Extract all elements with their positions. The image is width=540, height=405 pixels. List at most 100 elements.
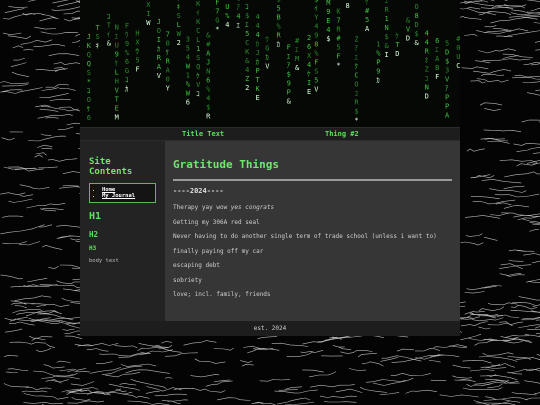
matrix-glyph: * [215,26,219,34]
matrix-glyph: S [196,54,200,62]
list-item: sobriety [173,277,452,285]
matrix-glyph: Q [196,63,200,71]
matrix-glyph: ｺ [425,74,429,82]
matrix-glyph: F [135,66,139,74]
matrix-glyph: 4 [256,22,260,30]
matrix-glyph: 8 [314,41,318,49]
matrix-glyph: D [425,92,429,100]
main-content: Gratitude Things ----2024---- Therapy ya… [165,141,460,321]
matrix-glyph: 4 [425,29,429,37]
matrix-glyph: 4 [206,95,210,103]
matrix-glyph: 0 [166,75,170,83]
sidebar-nav-box: Home My Journal [89,183,156,203]
matrix-glyph: C [354,71,358,79]
matrix-glyph: E [307,88,311,96]
matrix-glyph: $ [314,0,318,4]
matrix-glyph: ｺ [87,87,91,95]
matrix-glyph: P [256,67,260,75]
matrix-glyph: ｹ [115,60,119,68]
matrix-glyph: D [406,35,410,43]
matrix-glyph: ｶ [256,40,260,48]
matrix-glyph: ｲ [314,5,318,13]
matrix-glyph: ｴ [295,46,299,54]
entry-text: finally paying off my car [173,247,264,255]
page-title: Gratitude Things [173,158,279,171]
matrix-glyph: ｸ [354,62,358,70]
matrix-glyph: $ [177,0,181,2]
matrix-glyph: 4 [256,13,260,21]
matrix-glyph: ｱ [236,3,240,11]
year-heading: ----2024---- [173,187,224,195]
matrix-glyph: ｴ [245,21,249,29]
matrix-glyph: N [206,68,210,76]
sidebar-title: Site Contents [89,157,133,177]
matrix-glyph: M [326,0,330,7]
matrix-glyph: ｹ [196,72,200,80]
matrix-glyph: 3 [445,67,449,75]
matrix-glyph: ｵ [425,56,429,64]
sample-h2: H2 [89,230,99,239]
matrix-glyph: 4 [314,23,318,31]
matrix-glyph: $ [445,58,449,66]
matrix-glyph: ｺ [125,76,128,84]
matrix-glyph: 9 [314,32,318,40]
matrix-glyph: O [415,3,419,11]
matrix-glyph: 5 [336,43,340,51]
matrix-glyph: P [376,58,380,66]
matrix-glyph: F [336,52,340,60]
matrix-glyph: J [87,33,91,41]
matrix-glyph: ｱ [445,85,449,93]
sidebar: Site Contents Home My Journal H1 H2 H3 b… [80,141,165,321]
matrix-glyph: 0 [456,44,460,52]
matrix-glyph: I [385,51,389,59]
title-divider [173,179,452,181]
matrix-glyph: 6 [125,58,129,66]
matrix-glyph: Z [245,75,249,83]
matrix-glyph: H [135,30,139,38]
matrix-glyph: N [115,24,119,32]
matrix-glyph: C [196,27,200,35]
sidebar-link-my-journal[interactable]: My Journal [102,193,135,199]
matrix-glyph: Z [354,35,358,43]
matrix-glyph: 9 [287,79,291,87]
matrix-glyph: ｴ [287,52,291,60]
matrix-glyph: $ [245,12,249,20]
sidebar-item-journal: My Journal [102,193,151,199]
matrix-glyph: 7 [166,30,170,38]
matrix-glyph: L [177,21,181,29]
matrix-glyph: 5 [314,77,318,85]
matrix-glyph: ｴ [354,53,358,61]
matrix-glyph: 5 [135,57,139,65]
top-nav-bar: Title Text Thing #2 [80,127,460,141]
matrix-glyph: 5 [186,45,190,53]
matrix-glyph: $ [415,30,419,38]
matrix-glyph: O [354,80,358,88]
nav-link-title-text[interactable]: Title Text [182,129,224,140]
matrix-glyph: 4 [236,12,240,20]
matrix-glyph: G [236,0,240,2]
list-item: finally paying off my car [173,248,452,256]
nav-link-thing-2[interactable]: Thing #2 [325,129,359,140]
matrix-glyph: ｹ [365,0,369,6]
matrix-glyph: ｹ [395,32,399,40]
entry-text: love; incl. family, friends [173,291,271,298]
matrix-glyph: S [87,69,91,77]
matrix-glyph: ｳ [135,48,139,56]
matrix-glyph: J [256,49,260,57]
entry-text: Never having to do another single term o… [173,233,437,240]
matrix-glyph: * [336,61,340,69]
matrix-glyph: F [125,22,129,30]
matrix-glyph: E [115,105,119,113]
sample-h3: H3 [89,245,97,252]
matrix-glyph: ｶ [157,45,161,53]
matrix-glyph: N [385,24,389,32]
matrix-glyph: 5 [245,30,249,38]
matrix-glyph: 1 [385,15,389,23]
matrix-glyph: ｴ [385,0,389,5]
matrix-glyph: 2 [177,39,181,47]
matrix-glyph: 2 [245,84,249,92]
matrix-glyph: P [445,94,449,102]
matrix-glyph: ｹ [166,48,170,56]
matrix-glyph: ｲ [107,31,111,39]
list-item: escaping debt [173,262,452,270]
